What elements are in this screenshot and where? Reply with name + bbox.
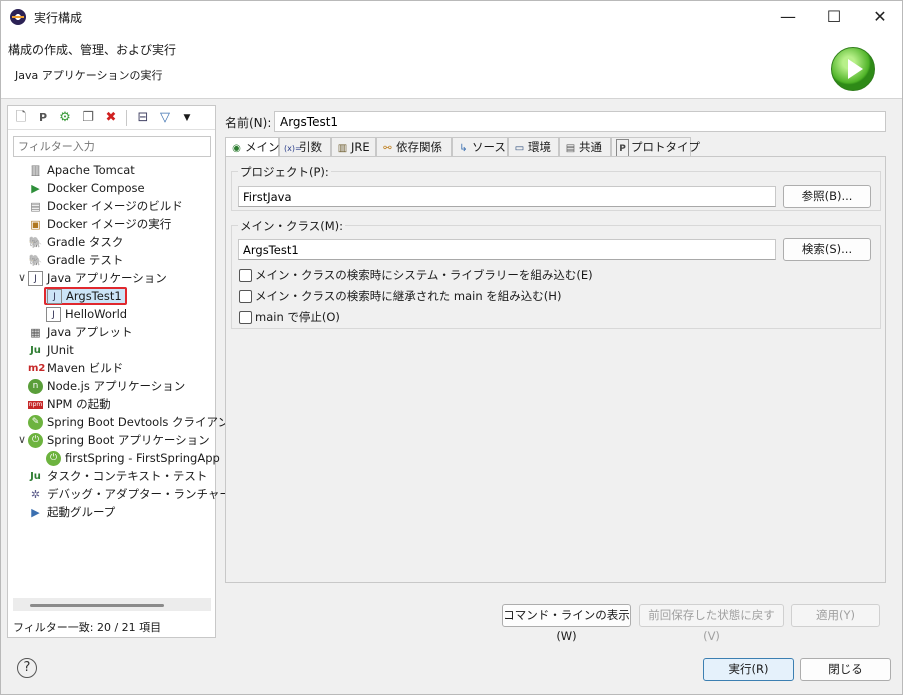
tab-dependencies[interactable]: ⚯ 依存関係 — [376, 137, 452, 157]
tree-item[interactable]: ⏻ firstSpring - FirstSpringApp — [46, 449, 220, 467]
main-class-field[interactable] — [238, 239, 776, 260]
spring-boot-icon: ⏻ — [28, 433, 43, 448]
tree-item[interactable]: 🐘 Gradle テスト — [28, 251, 124, 269]
maven-icon: m2 — [28, 363, 46, 374]
gradle-test-icon: 🐘 — [28, 254, 43, 267]
new-prototype-icon[interactable]: P — [34, 109, 52, 127]
header-title: 構成の作成、管理、および実行 — [8, 43, 177, 57]
view-menu-icon[interactable]: ▼ — [178, 109, 196, 127]
tree-item[interactable]: 🐘 Gradle タスク — [28, 233, 124, 251]
scrollbar-thumb[interactable] — [30, 604, 164, 607]
java-applet-icon: ▦ — [30, 326, 41, 339]
docker-run-icon: ▣ — [30, 218, 41, 231]
gradle-icon: 🐘 — [28, 236, 43, 249]
junit-icon: Ju — [30, 345, 41, 356]
close-button[interactable]: 閉じる — [800, 658, 891, 681]
filter-icon[interactable]: ▽ — [156, 109, 174, 127]
maximize-button[interactable]: ☐ — [811, 1, 857, 33]
configuration-tree-panel: 🗋 P ⚙ ❐ ✖ ⊟ ▽ ▼ 🀫Apache Tomcat ▶Docker C… — [7, 105, 231, 638]
include-inherited-main-checkbox[interactable]: メイン・クラスの検索時に継承された main を組み込む(H) — [239, 288, 561, 304]
minimize-button[interactable]: — — [765, 1, 811, 33]
checkbox[interactable] — [239, 290, 252, 303]
close-window-button[interactable]: ✕ — [857, 1, 903, 33]
filter-status: フィルター一致: 20 / 21 項目 — [13, 621, 162, 634]
tree-item[interactable]: ▶ Docker Compose — [28, 179, 144, 197]
tab-jre[interactable]: ▥ JRE — [331, 137, 376, 157]
include-system-libs-checkbox[interactable]: メイン・クラスの検索時にシステム・ライブラリーを組み込む(E) — [239, 267, 593, 283]
tree-item[interactable]: Ju JUnit — [28, 341, 74, 359]
spring-devtools-icon: ✎ — [28, 415, 43, 430]
main-class-label: メイン・クラス(M): — [238, 218, 346, 234]
eclipse-icon — [10, 9, 26, 25]
run-configurations-dialog: 実行構成 — ☐ ✕ 構成の作成、管理、および実行 Java アプリケーションの… — [0, 0, 903, 695]
dialog-header: 構成の作成、管理、および実行 Java アプリケーションの実行 — [1, 33, 902, 99]
window-title: 実行構成 — [34, 11, 83, 25]
java-app-icon: J — [28, 271, 43, 286]
filter-input[interactable] — [13, 136, 211, 157]
title-bar: 実行構成 — ☐ ✕ — [1, 1, 902, 33]
selected-config: J ArgsTest1 — [44, 287, 127, 305]
apply-button[interactable]: 適用(Y) — [791, 604, 880, 627]
header-subtitle: Java アプリケーションの実行 — [15, 69, 163, 82]
tab-source[interactable]: ↳ ソース — [452, 137, 508, 157]
stop-in-main-checkbox[interactable]: main で停止(O) — [239, 309, 340, 325]
tree-item[interactable]: J Java アプリケーション — [28, 269, 167, 287]
run-button[interactable]: 実行(R) — [703, 658, 794, 681]
new-config-icon[interactable]: 🗋 — [12, 109, 30, 127]
checkbox[interactable] — [239, 311, 252, 324]
tree-item[interactable]: ▣ Docker イメージの実行 — [28, 215, 171, 233]
tree-item[interactable]: ▶ 起動グループ — [28, 503, 115, 521]
browse-button[interactable]: 参照(B)... — [783, 185, 871, 208]
export-config-icon[interactable]: ⚙ — [56, 109, 74, 127]
tree-item[interactable]: n Node.js アプリケーション — [28, 377, 185, 395]
tab-main[interactable]: ◉ メイン — [225, 137, 280, 158]
npm-icon: npm — [28, 400, 43, 409]
tree-item[interactable]: ▦ Java アプレット — [28, 323, 132, 341]
expand-chevron-icon[interactable]: ∨ — [18, 271, 26, 284]
tomcat-icon: 🀫 — [31, 164, 40, 177]
docker-compose-icon: ▶ — [31, 182, 40, 195]
tab-arguments[interactable]: (x)=引数 — [279, 137, 331, 157]
show-command-line-button[interactable]: コマンド・ラインの表示(W) — [502, 604, 631, 643]
checkbox[interactable] — [239, 269, 252, 282]
main-tab-content: プロジェクト(P): 参照(B)... メイン・クラス(M): 検索(S)...… — [225, 156, 886, 583]
tree-toolbar: 🗋 P ⚙ ❐ ✖ ⊟ ▽ ▼ — [8, 106, 215, 130]
java-class-icon: J — [46, 307, 61, 322]
help-icon[interactable]: ? — [17, 658, 37, 678]
tree-item[interactable]: ▤ Docker イメージのビルド — [28, 197, 182, 215]
tree-item[interactable]: J HelloWorld — [46, 305, 127, 323]
tree-item[interactable]: Ju タスク・コンテキスト・テスト — [28, 467, 207, 485]
tree-item[interactable]: m2 Maven ビルド — [28, 359, 123, 377]
nodejs-icon: n — [28, 379, 43, 394]
tab-common[interactable]: ▤ 共通 — [559, 137, 611, 157]
name-input[interactable] — [274, 111, 886, 132]
delete-icon[interactable]: ✖ — [102, 109, 120, 127]
tree-item[interactable]: ✲ デバッグ・アダプター・ランチャー — [28, 485, 231, 503]
task-context-test-icon: Ju — [30, 471, 41, 482]
revert-button[interactable]: 前回保存した状態に戻す(V) — [639, 604, 784, 643]
project-label: プロジェクト(P): — [238, 164, 331, 180]
spring-app-icon: ⏻ — [46, 451, 61, 466]
java-class-icon: J — [47, 289, 62, 304]
tab-environment[interactable]: ▭ 環境 — [508, 137, 559, 157]
tree-item[interactable]: ✎ Spring Boot Devtools クライアン — [28, 413, 229, 431]
tab-prototype[interactable]: P プロトタイプ — [611, 137, 700, 159]
collapse-all-icon[interactable]: ⊟ — [134, 109, 152, 127]
docker-build-icon: ▤ — [30, 200, 41, 213]
search-button[interactable]: 検索(S)... — [783, 238, 871, 261]
tree-item-selected[interactable]: J ArgsTest1 — [44, 287, 127, 305]
tree-item[interactable]: ⏻ Spring Boot アプリケーション — [28, 431, 210, 449]
duplicate-icon[interactable]: ❐ — [79, 109, 97, 127]
launch-group-icon: ▶ — [31, 506, 40, 519]
expand-chevron-icon[interactable]: ∨ — [18, 433, 26, 446]
run-banner-icon — [831, 47, 875, 91]
tree-item[interactable]: npm NPM の起動 — [28, 395, 111, 413]
toolbar-separator — [126, 110, 127, 126]
name-label: 名前(N): — [225, 116, 272, 130]
debug-adapter-icon: ✲ — [30, 488, 41, 501]
project-field[interactable] — [238, 186, 776, 207]
tree-item[interactable]: 🀫 Apache Tomcat — [28, 161, 135, 179]
